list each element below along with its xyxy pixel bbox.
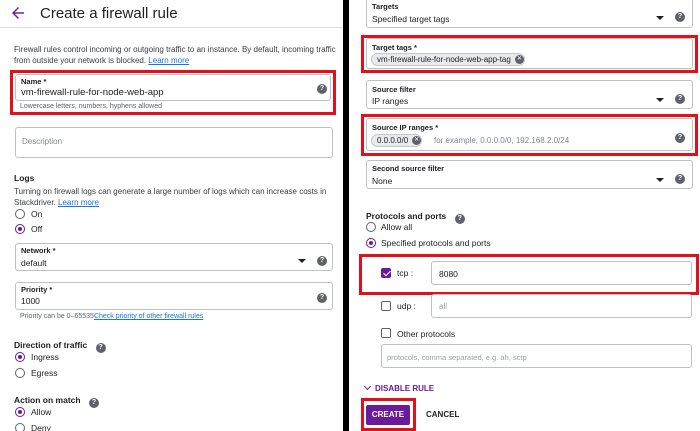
help-icon[interactable]: ? [95, 343, 106, 353]
create-highlight [361, 398, 416, 431]
intro-text: Firewall rules control incoming or outgo… [14, 45, 336, 65]
specified-protocols-label: Specified protocols and ports [381, 238, 491, 248]
other-protocols-label: Other protocols [397, 329, 456, 339]
name-highlight [10, 70, 336, 115]
udp-label: udp : [397, 301, 416, 311]
action-deny-radio[interactable] [15, 423, 25, 431]
logs-title: Logs [14, 173, 35, 183]
logs-off-radio[interactable] [15, 224, 25, 234]
specified-protocols-radio[interactable] [366, 238, 376, 248]
help-icon[interactable]: ? [317, 293, 327, 303]
help-icon[interactable]: ? [317, 256, 327, 266]
dropdown-icon [656, 178, 664, 182]
cancel-button[interactable]: CANCEL [426, 410, 459, 419]
help-icon[interactable]: ? [675, 174, 685, 184]
source-ip-highlight [361, 114, 698, 156]
action-title: Action on match [14, 395, 81, 405]
other-protocols-placeholder: protocols, comma separated, e.g. ah, sct… [387, 353, 527, 362]
intro-learn-more-link[interactable]: Learn more [148, 56, 189, 65]
direction-title: Direction of traffic [14, 340, 88, 350]
network-value: default [21, 258, 47, 268]
priority-field[interactable]: Priority * 1000 ? [15, 282, 333, 310]
page-header: Create a firewall rule [0, 0, 343, 28]
help-icon[interactable]: ? [675, 12, 685, 22]
chevron-down-icon [363, 382, 372, 391]
direction-title-row: Direction of traffic ? [14, 335, 106, 353]
logs-on-label: On [31, 209, 43, 219]
source-filter-value: IP ranges [372, 96, 409, 106]
help-icon[interactable]: ? [454, 214, 465, 224]
priority-link[interactable]: Check priority of other firewall rules [94, 313, 203, 320]
priority-value: 1000 [21, 296, 40, 306]
other-protocols-input[interactable]: protocols, comma separated, e.g. ah, sct… [381, 344, 692, 368]
dropdown-icon [656, 98, 664, 102]
help-icon[interactable]: ? [89, 398, 100, 408]
udp-ports-input[interactable]: all [431, 294, 692, 318]
source-filter-select[interactable]: Source filter IP ranges ? [366, 80, 693, 109]
allow-all-radio[interactable] [366, 222, 376, 232]
targets-value: Specified target tags [372, 14, 450, 24]
page-title: Create a firewall rule [40, 5, 178, 22]
dropdown-icon [656, 16, 664, 20]
back-arrow-icon[interactable] [9, 4, 27, 22]
logs-off-label: Off [31, 224, 43, 234]
allow-all-label: Allow all [381, 222, 413, 232]
action-deny-label: Deny [31, 423, 51, 431]
logs-text: Turning on firewall logs can generate a … [14, 187, 327, 207]
udp-ports-placeholder: all [439, 302, 448, 311]
logs-on-radio[interactable] [15, 209, 25, 219]
logs-learn-more-link[interactable]: Learn more [58, 198, 99, 207]
udp-checkbox[interactable] [381, 301, 391, 311]
target-tags-highlight [361, 35, 698, 73]
other-protocols-checkbox[interactable] [381, 328, 391, 338]
targets-select[interactable]: Targets Specified target tags ? [366, 0, 693, 28]
panel-divider [343, 0, 349, 431]
tcp-highlight [359, 254, 699, 295]
action-allow-radio[interactable] [15, 407, 25, 417]
direction-egress-label: Egress [31, 368, 58, 378]
dropdown-icon [298, 259, 306, 263]
second-source-value: None [372, 176, 393, 186]
priority-hint: Priority can be 0–65535Check priority of… [20, 313, 204, 320]
description-placeholder: Description [22, 137, 63, 146]
direction-ingress-label: Ingress [31, 352, 59, 362]
action-title-row: Action on match ? [14, 390, 100, 408]
network-select[interactable]: Network * default ? [15, 243, 333, 271]
description-field[interactable]: Description [15, 127, 333, 158]
action-allow-label: Allow [31, 407, 52, 417]
direction-ingress-radio[interactable] [15, 352, 25, 362]
help-icon[interactable]: ? [675, 94, 685, 104]
second-source-select[interactable]: Second source filter None ? [366, 160, 693, 189]
protocols-title: Protocols and ports [366, 211, 447, 221]
disable-rule-toggle[interactable]: DISABLE RULE [363, 382, 434, 393]
direction-egress-radio[interactable] [15, 368, 25, 378]
